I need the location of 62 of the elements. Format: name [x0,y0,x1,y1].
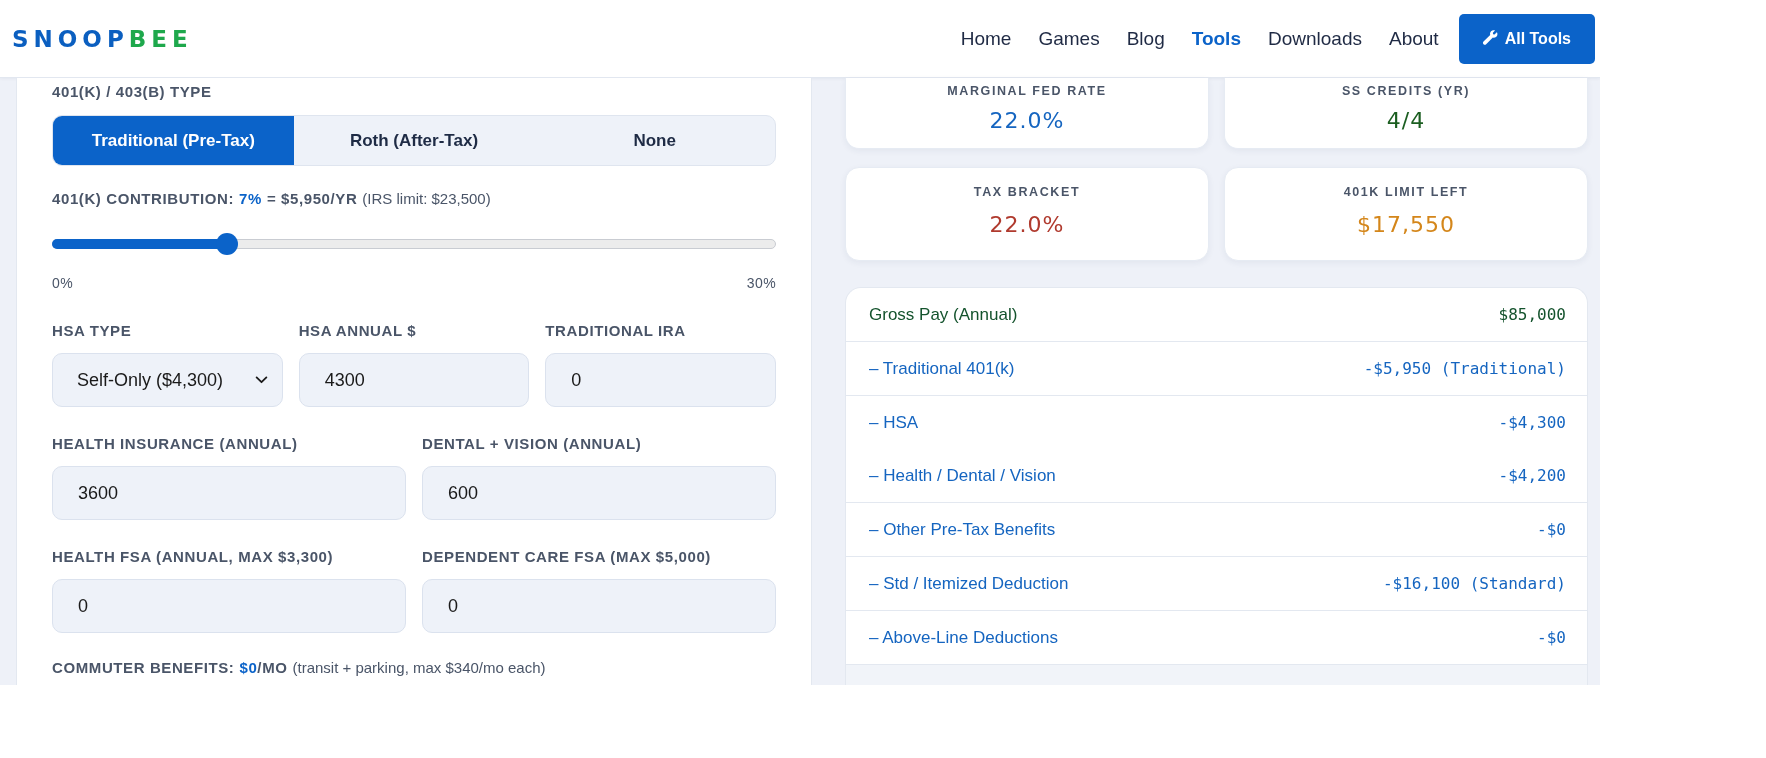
slider-thumb[interactable] [215,233,238,255]
input-field[interactable]: 0 [545,353,776,407]
stat-value: 22.0% [989,211,1065,239]
nav-link[interactable]: Blog [1126,26,1165,51]
field-label: TRADITIONAL IRA [545,322,687,340]
contribution-label: 401(K) CONTRIBUTION: [52,190,234,208]
row-value: -$4,300 [1498,413,1566,432]
contribution-amount: = $5,950/YR [266,190,358,208]
range-min-label: 0% [52,275,74,291]
row-value: -$16,100 (Standard) [1382,574,1566,593]
stat-value: $17,550 [1357,211,1455,239]
input-field[interactable]: 600 [422,466,776,520]
input-field[interactable]: 4300 [298,353,530,407]
field-label: HEALTH FSA (ANNUAL, MAX $3,300) [52,548,335,566]
segment-tab[interactable]: Roth (After-Tax) [293,116,535,165]
input-field[interactable]: 0 [52,579,406,633]
nav-link[interactable]: About [1388,26,1439,51]
segment-tab[interactable]: Traditional (Pre-Tax) [53,116,294,165]
row-value: $85,000 [1498,305,1566,324]
row-value: -$0 [1537,628,1566,647]
row-label: – Health / Dental / Vision [869,465,1056,486]
field-label: HSA ANNUAL $ [298,322,418,340]
row-label: – Traditional 401(k) [869,358,1015,379]
segment-tab[interactable]: None [534,116,775,165]
field-label: HEALTH INSURANCE (ANNUAL) [52,435,299,453]
field-label: HSA TYPE [52,322,133,340]
stat-label: SS CREDITS (YR) [1341,83,1471,99]
all-tools-button[interactable]: All Tools [1458,13,1595,64]
chevron-down-icon [254,376,268,384]
row-label: – HSA [869,412,919,433]
nav-link[interactable]: Games [1038,26,1100,51]
row-label: – Other Pre-Tax Benefits [869,519,1056,540]
range-max-label: 30% [746,275,776,291]
contribution-percent: 7% [239,190,262,208]
nav-link[interactable]: Home [960,26,1012,51]
commuter-unit: /MO [257,659,288,677]
commuter-note: (transit + parking, max $340/mo each) [292,659,546,677]
row-label: – Std / Itemized Deduction [869,573,1069,594]
row-value: -$5,950 (Traditional) [1363,359,1566,378]
field-label: 401(K) / 403(B) TYPE [52,83,213,101]
contribution-note: (IRS limit: $23,500) [362,190,491,208]
stat-label: TAX BRACKET [973,184,1081,200]
logo[interactable]: SNOOP BEE [12,24,193,53]
dropdown[interactable]: Self-Only ($4,300) [52,353,283,407]
stat-label: MARGINAL FED RATE [947,83,1107,99]
nav-link[interactable]: Tools [1191,26,1241,51]
row-label: – Above-Line Deductions [869,627,1059,648]
commuter-value: $0 [239,659,258,677]
input-field[interactable]: 3600 [52,466,406,520]
commuter-label: COMMUTER BENEFITS: [52,659,235,677]
slider-track[interactable] [52,233,776,255]
field-label: DENTAL + VISION (ANNUAL) [422,435,643,453]
row-value: -$0 [1537,520,1566,539]
wrench-icon [1481,30,1499,47]
stat-label: 401K LIMIT LEFT [1343,184,1469,200]
input-field[interactable]: 0 [422,579,776,633]
row-label: Gross Pay (Annual) [869,304,1018,325]
stat-value: 4/4 [1386,107,1426,135]
field-label: DEPENDENT CARE FSA (MAX $5,000) [422,548,712,566]
stat-value: 22.0% [989,107,1065,135]
nav-link[interactable]: Downloads [1267,26,1362,51]
row-value: -$4,200 [1498,466,1566,485]
